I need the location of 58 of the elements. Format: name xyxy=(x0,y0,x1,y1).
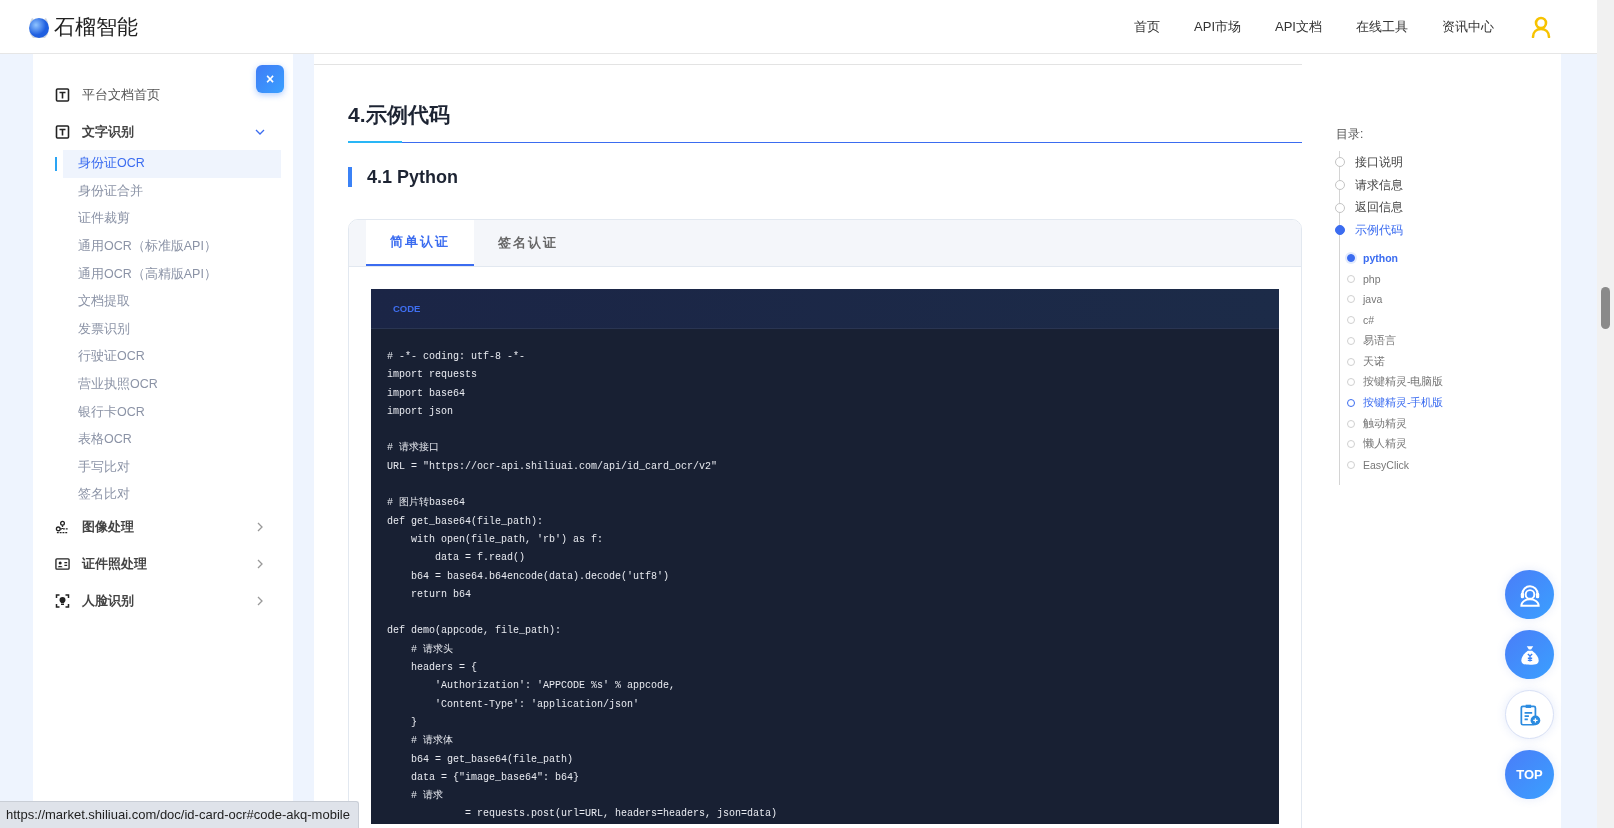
sidebar-subitem[interactable]: 营业执照OCR xyxy=(55,370,281,399)
toc-link[interactable]: php xyxy=(1363,272,1381,285)
sidebar-item[interactable]: 证件照处理 xyxy=(82,555,147,574)
chevron-right-icon[interactable] xyxy=(255,559,265,570)
close-button[interactable]: × xyxy=(256,65,284,93)
sidebar-item[interactable]: 平台文档首页 xyxy=(82,85,160,104)
toc-link[interactable]: java xyxy=(1363,293,1383,306)
toc-link[interactable]: c# xyxy=(1363,314,1375,327)
status-url: https://market.shiliuai.com/doc/id-card-ocr#code-akq-mobile xyxy=(0,801,359,828)
nav-link[interactable]: 资讯中心 xyxy=(1442,17,1494,36)
sidebar-subitem[interactable]: 身份证OCR xyxy=(55,150,281,178)
toc-link[interactable]: 天诺 xyxy=(1363,354,1385,369)
text-box-icon xyxy=(55,87,70,102)
toc-link[interactable]: EasyClick xyxy=(1363,458,1410,471)
sidebar-subitem[interactable]: 签名比对 xyxy=(55,481,281,509)
nav-link[interactable]: API市场 xyxy=(1194,17,1242,36)
sidebar-subitem[interactable]: 身份证合并 xyxy=(55,177,281,206)
sidebar-item[interactable]: 图像处理 xyxy=(82,518,134,537)
toc-link[interactable]: 返回信息 xyxy=(1355,200,1403,216)
sidebar-subitem[interactable]: 通用OCR（标准版API） xyxy=(55,232,281,261)
toc-title: 目录: xyxy=(1336,126,1365,143)
user-icon[interactable] xyxy=(1531,15,1551,38)
toc-link[interactable]: python xyxy=(1363,252,1398,265)
sidebar-subitem[interactable]: 文档提取 xyxy=(55,287,281,316)
scrollbar[interactable] xyxy=(1597,0,1614,828)
toc-link[interactable]: 按键精灵-手机版 xyxy=(1363,395,1444,410)
toc-link[interactable]: 接口说明 xyxy=(1355,154,1403,170)
tab[interactable]: 简单认证 xyxy=(366,220,474,266)
code-text: # -*- coding: utf-8 -*- import requests import base64 import json # 请求接口 URL = "https://ocr-api.shiliuai.com/api/id_card_ocr/v2" # 图片转base64 def get_base64(file_path): with open(file_path, 'rb') as f: data = f.read() b64 = base64.b64encode(data).decode('utf8') return b64 def demo(appcode, file_path): # 请求头 headers = { 'Authorization': 'APPCODE %s' % appcode, 'Content-Type': 'application/json' } # 请求体 b64 = get_base64(file_path) data = {"image_base64": b64} # 请求 = requests.post(url=URL, headers=headers, json=data) xyxy=(386,350,779,822)
id-card-icon xyxy=(55,557,70,572)
toc-link[interactable]: 示例代码 xyxy=(1355,222,1403,238)
sidebar-item[interactable]: 人脸识别 xyxy=(82,592,134,611)
toc-link[interactable]: 请求信息 xyxy=(1355,177,1403,193)
subsection-heading: 4.1 Python xyxy=(348,167,1302,187)
chevron-right-icon[interactable] xyxy=(255,596,265,607)
chevron-right-icon[interactable] xyxy=(255,522,265,533)
nav-link[interactable]: 在线工具 xyxy=(1356,17,1408,36)
sidebar-item[interactable]: 文字识别 xyxy=(82,122,134,141)
toc-link[interactable]: 易语言 xyxy=(1363,333,1396,348)
sidebar-subitem[interactable]: 表格OCR xyxy=(55,425,281,454)
brand-name[interactable]: 石榴智能 xyxy=(54,12,138,41)
text-box-icon xyxy=(55,124,70,139)
sidebar-subitem[interactable]: 银行卡OCR xyxy=(55,398,281,426)
sidebar-subitem[interactable]: 通用OCR（高精版API） xyxy=(55,260,281,288)
nav-link[interactable]: 首页 xyxy=(1134,17,1161,36)
toc-link[interactable]: 懒人精灵 xyxy=(1363,437,1407,452)
toc-link[interactable]: 按键精灵-电脑版 xyxy=(1363,375,1444,390)
toc-link[interactable]: 触动精灵 xyxy=(1363,416,1407,431)
sidebar-subitem[interactable]: 证件裁剪 xyxy=(55,205,281,233)
section-heading: 4.示例代码 xyxy=(348,102,451,128)
face-scan-icon xyxy=(55,594,70,609)
nodes-icon xyxy=(55,520,70,535)
tab[interactable]: 签名认证 xyxy=(474,220,582,266)
sidebar-subitem[interactable]: 发票识别 xyxy=(55,315,281,344)
sidebar-subitem[interactable]: 手写比对 xyxy=(55,453,281,482)
nav-link[interactable]: API文档 xyxy=(1275,17,1322,36)
sidebar-subitem[interactable]: 行驶证OCR xyxy=(55,343,281,371)
code-label: CODE xyxy=(393,303,421,314)
